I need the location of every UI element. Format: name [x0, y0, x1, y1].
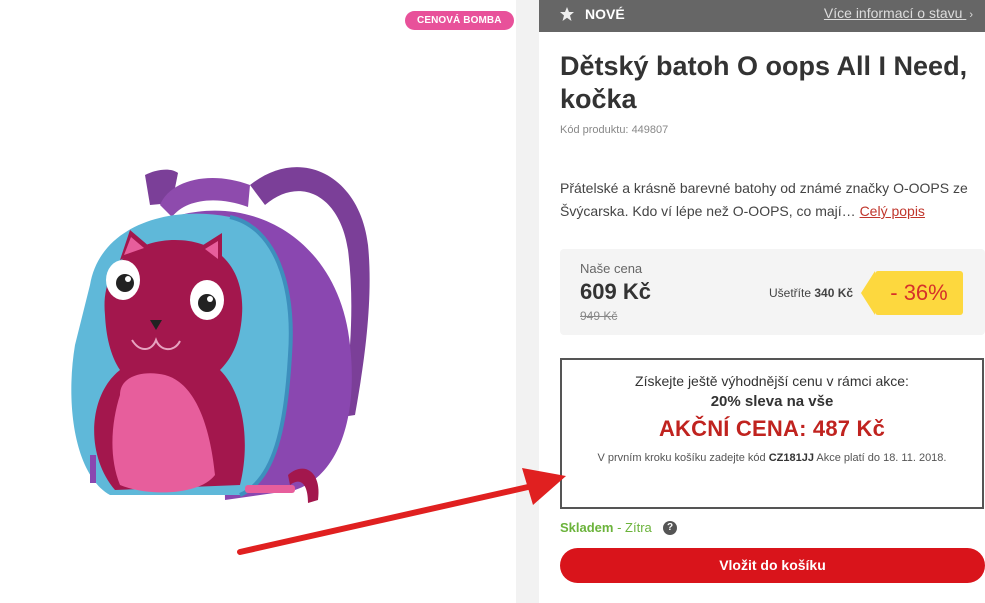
promo-note-suffix: Akce platí do 18. 11. 2018.: [816, 452, 947, 464]
full-description-link[interactable]: Celý popis: [860, 203, 925, 219]
stock-status: Skladem - Zítra: [560, 520, 652, 535]
product-code-label: Kód produktu:: [560, 124, 629, 136]
product-gallery: CENOVÁ BOMBA: [0, 0, 516, 603]
stock-label: Skladem: [560, 520, 614, 535]
discount-badge: - 36%: [861, 271, 963, 315]
savings-text: Ušetříte 340 Kč: [769, 286, 853, 300]
promo-code: CZ181JJ: [768, 452, 814, 464]
add-to-cart-button[interactable]: Vložit do košíku: [560, 548, 985, 583]
delivery-date: Zítra: [625, 520, 652, 535]
promo-action-price: AKČNÍ CENA: 487 Kč: [658, 416, 886, 441]
condition-info-link-text[interactable]: Více informací o stavu: [824, 5, 963, 21]
promo-note-prefix: V prvním kroku košíku zadejte kód: [597, 452, 766, 464]
condition-bar: NOVÉ Více informací o stavu ›: [539, 0, 985, 32]
chevron-right-icon: ›: [969, 9, 973, 21]
old-price: 949 Kč: [580, 309, 618, 323]
promo-note: V prvním kroku košíku zadejte kód CZ181J…: [586, 448, 958, 468]
promo-box: Získejte ještě výhodnější cenu v rámci a…: [560, 358, 984, 509]
backpack-image[interactable]: [50, 155, 410, 535]
product-description: Přátelské a krásně barevné batohy od zná…: [560, 177, 980, 223]
product-title: Dětský batoh O oops All I Need, kočka: [560, 51, 968, 114]
price-bomb-badge: CENOVÁ BOMBA: [405, 11, 514, 30]
question-icon[interactable]: ?: [663, 521, 677, 535]
savings-amount: 340 Kč: [814, 286, 854, 300]
condition-label: NOVÉ: [585, 6, 625, 22]
product-code: Kód produktu: 449807: [560, 124, 668, 136]
promo-intro: Získejte ještě výhodnější cenu v rámci a…: [635, 373, 909, 389]
current-price: 609 Kč: [580, 279, 651, 304]
column-divider: [516, 0, 539, 603]
price-box: Naše cena 609 Kč 949 Kč Ušetříte 340 Kč …: [560, 249, 985, 335]
product-code-value: 449807: [631, 124, 669, 136]
condition-info-link[interactable]: Více informací o stavu ›: [824, 5, 973, 21]
savings-prefix: Ušetříte: [769, 286, 812, 300]
product-info-panel: NOVÉ Více informací o stavu › Dětský bat…: [539, 0, 985, 603]
stock-separator: -: [613, 520, 626, 535]
star-icon: [560, 7, 574, 21]
promo-offer: 20% sleva na vše: [710, 393, 834, 410]
price-label: Naše cena: [580, 261, 643, 276]
